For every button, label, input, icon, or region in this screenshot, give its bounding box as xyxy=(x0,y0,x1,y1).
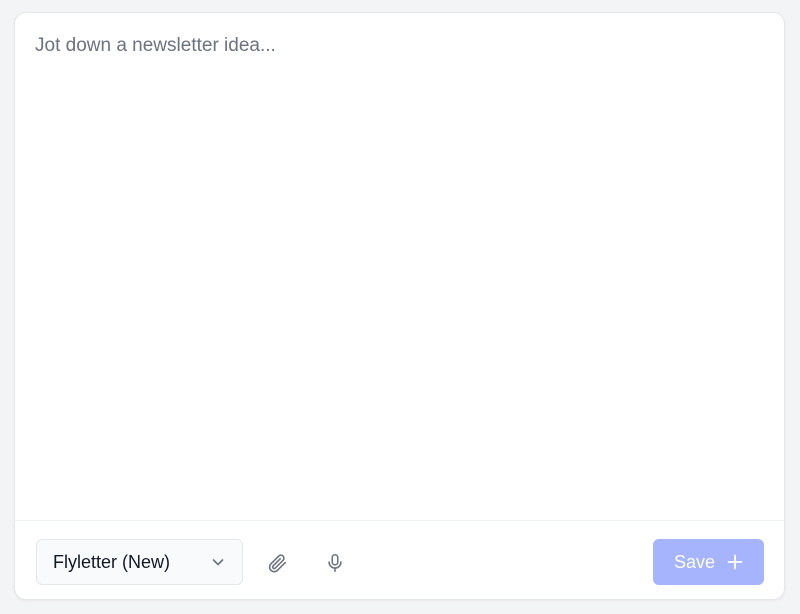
card-footer: Flyletter (New) Save xyxy=(15,520,784,599)
chevron-down-icon xyxy=(210,554,226,570)
newsletter-select[interactable]: Flyletter (New) xyxy=(36,539,243,585)
attach-button[interactable] xyxy=(264,550,290,576)
plus-icon xyxy=(727,554,743,570)
save-button-label: Save xyxy=(673,551,716,572)
paperclip-icon xyxy=(266,552,288,574)
microphone-button[interactable] xyxy=(322,550,348,576)
idea-card: Flyletter (New) xyxy=(14,12,785,600)
microphone-icon xyxy=(324,552,346,574)
save-button[interactable]: Save xyxy=(653,539,764,585)
idea-textarea[interactable] xyxy=(15,13,784,520)
newsletter-select-value: Flyletter (New) xyxy=(53,551,171,572)
